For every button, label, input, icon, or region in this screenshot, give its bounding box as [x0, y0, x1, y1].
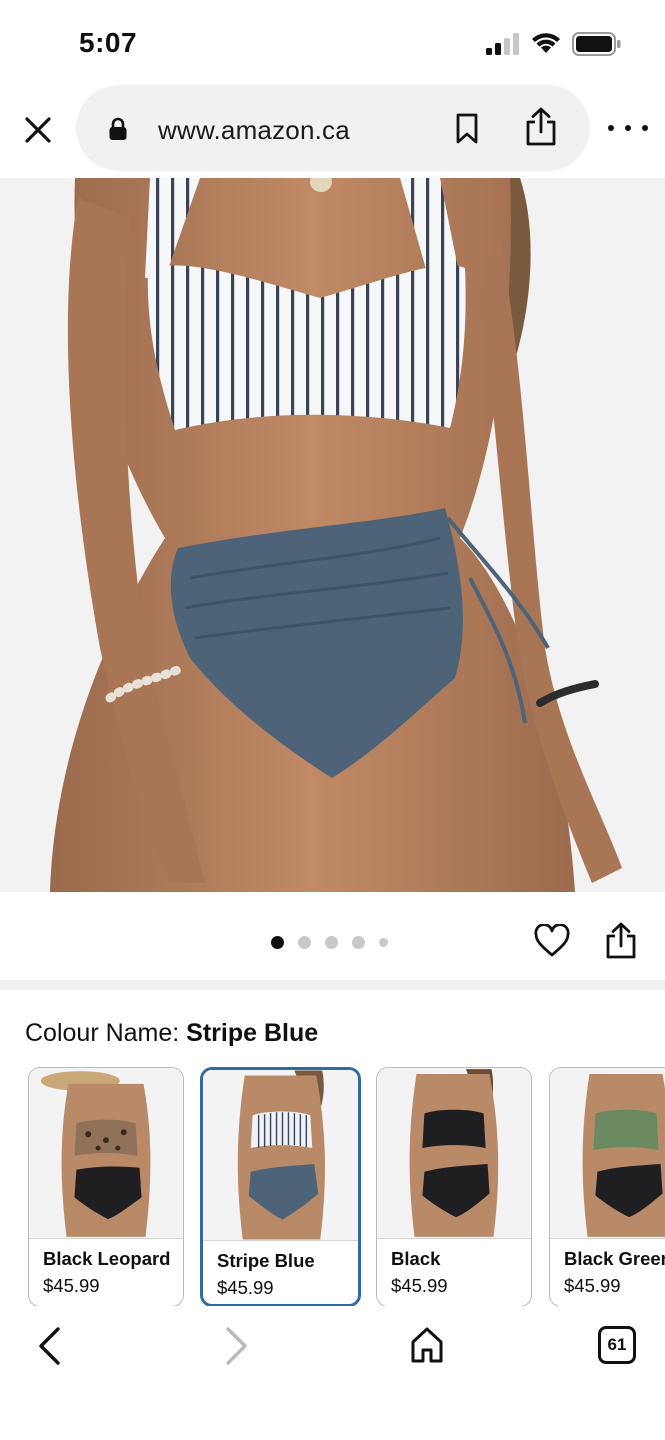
- status-bar: 5:07: [0, 0, 665, 84]
- image-pagination[interactable]: [271, 936, 388, 949]
- swatch-black-leopard[interactable]: Black Leopard $45.99: [28, 1067, 184, 1307]
- swatch-name: Stripe Blue: [217, 1250, 315, 1271]
- bottom-navigation: 61: [0, 1306, 665, 1440]
- more-icon-dot: [642, 125, 648, 131]
- colour-label: Colour Name:: [25, 1019, 187, 1047]
- share-icon[interactable]: [605, 922, 637, 960]
- tabs-button[interactable]: 61: [598, 1326, 636, 1364]
- swatch-divider: [29, 1238, 183, 1239]
- tabs-count: 61: [607, 1335, 627, 1354]
- swatch-black[interactable]: Black $45.99: [376, 1067, 532, 1307]
- swatch-divider: [550, 1238, 665, 1239]
- browser-toolbar: www.amazon.ca: [0, 84, 665, 178]
- swatch-divider: [377, 1238, 531, 1239]
- back-icon[interactable]: [36, 1326, 62, 1366]
- status-time: 5:07: [79, 27, 138, 58]
- pagination-dot[interactable]: [325, 936, 338, 949]
- battery-icon: [572, 32, 621, 56]
- bookmark-icon[interactable]: [455, 113, 479, 145]
- wifi-icon: [532, 33, 560, 53]
- swatch-name: Black Green: [564, 1248, 665, 1269]
- section-divider: [0, 980, 665, 990]
- home-icon[interactable]: [410, 1326, 444, 1364]
- product-photo: [50, 178, 622, 892]
- more-icon-dot: [608, 125, 614, 131]
- pagination-dot[interactable]: [352, 936, 365, 949]
- close-button[interactable]: [20, 112, 56, 148]
- swatch-image: [377, 1068, 531, 1238]
- swatch-stripe-blue[interactable]: Stripe Blue $45.99: [200, 1067, 361, 1307]
- swatch-price: $45.99: [217, 1277, 274, 1298]
- close-icon: [25, 117, 51, 143]
- heart-icon[interactable]: [534, 924, 570, 958]
- pagination-dot[interactable]: [298, 936, 311, 949]
- swatch-price: $45.99: [564, 1275, 621, 1296]
- image-controls: [0, 892, 665, 988]
- share-icon[interactable]: [524, 107, 558, 147]
- signal-icon: [486, 33, 519, 55]
- selected-colour: Stripe Blue: [186, 1019, 319, 1047]
- url-text: www.amazon.ca: [158, 115, 350, 145]
- swatch-image: [203, 1070, 358, 1240]
- pagination-dot[interactable]: [379, 938, 388, 947]
- swatch-price: $45.99: [43, 1275, 100, 1296]
- address-bar[interactable]: www.amazon.ca: [76, 85, 590, 171]
- forward-icon[interactable]: [224, 1326, 250, 1366]
- swatch-divider: [203, 1240, 358, 1241]
- swatch-black-green[interactable]: Black Green $45.99: [549, 1067, 665, 1307]
- swatch-image: [29, 1068, 183, 1238]
- more-icon-dot: [625, 125, 631, 131]
- pagination-dot[interactable]: [271, 936, 284, 949]
- colour-heading: Colour Name: Stripe Blue: [25, 1019, 318, 1048]
- colour-swatches: Black Leopard $45.99 Stripe Blue $45.99 …: [28, 1067, 665, 1307]
- swatch-image: [550, 1068, 665, 1238]
- swatch-price: $45.99: [391, 1275, 448, 1296]
- product-image[interactable]: [0, 178, 665, 892]
- swatch-name: Black: [391, 1248, 441, 1269]
- more-options-button[interactable]: [608, 120, 648, 136]
- swatch-name: Black Leopard: [43, 1248, 171, 1269]
- lock-icon: [109, 117, 127, 140]
